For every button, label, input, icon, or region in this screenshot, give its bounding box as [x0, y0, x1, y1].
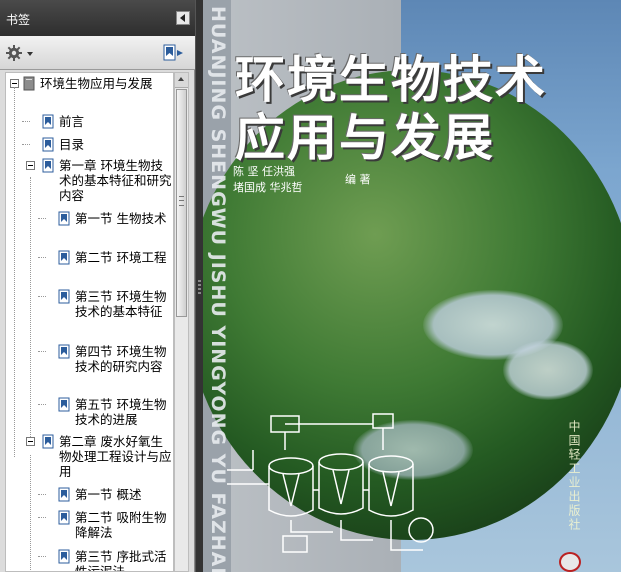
bookmark-item[interactable]: 第三节 序批式活性污泥法	[6, 548, 173, 572]
bookmark-icon	[42, 114, 54, 129]
collapse-toggle-icon[interactable]	[26, 161, 35, 170]
tree-connector	[30, 177, 31, 437]
bookmark-label: 第四节 环境生物技术的研究内容	[75, 344, 167, 374]
bookmarks-panel: 书签 环境生物应用与发展 前言 目录 第一章 环境生物技术的基本特征和研究内容 …	[0, 0, 195, 572]
bookmark-icon	[42, 434, 54, 449]
bookmark-icon	[42, 137, 54, 152]
bookmark-item[interactable]: 第二节 环境工程	[6, 249, 173, 283]
publisher-logo-icon	[559, 552, 581, 572]
bookmark-label: 第一章 环境生物技术的基本特征和研究内容	[59, 158, 172, 203]
bookmark-item[interactable]: 第二节 吸附生物降解法	[6, 509, 173, 543]
bookmark-icon	[58, 549, 70, 564]
tree-connector	[22, 144, 30, 145]
bookmark-label: 第一节 生物技术	[75, 211, 167, 226]
chevron-down-icon	[27, 52, 33, 56]
bookmark-icon	[58, 487, 70, 502]
panel-title: 书签	[6, 13, 31, 27]
bookmark-label: 第二节 环境工程	[75, 250, 167, 265]
bookmark-icon	[58, 510, 70, 525]
new-bookmark-icon	[163, 44, 183, 61]
tree-connector	[38, 351, 46, 352]
bookmark-label: 第二节 吸附生物降解法	[75, 510, 167, 540]
tree-connector	[38, 517, 46, 518]
tree-connector	[38, 556, 46, 557]
panel-header: 书签	[0, 0, 195, 36]
tree-connector	[22, 121, 30, 122]
scroll-thumb[interactable]	[176, 89, 187, 317]
bookmark-item[interactable]: 第一节 概述	[6, 486, 173, 505]
bookmark-item[interactable]: 第一章 环境生物技术的基本特征和研究内容	[6, 157, 173, 206]
bookmark-icon	[58, 397, 70, 412]
bookmark-icon	[42, 158, 54, 173]
document-page[interactable]: HUANJING SHENGWU JISHU YINGYONG YU FAZHA…	[203, 0, 621, 572]
bookmark-icon	[58, 250, 70, 265]
bookmark-label: 第三节 环境生物技术的基本特征	[75, 289, 167, 319]
tree-connector	[38, 218, 46, 219]
bookmark-icon	[58, 211, 70, 226]
collapse-toggle-icon[interactable]	[26, 437, 35, 446]
bookmark-item[interactable]: 第一节 生物技术	[6, 210, 173, 244]
bookmark-item[interactable]: 第五节 环境生物技术的进展	[6, 396, 173, 430]
collapse-panel-button[interactable]	[176, 11, 190, 25]
tree-connector	[38, 494, 46, 495]
bookmark-item[interactable]: 第二章 废水好氧生物处理工程设计与应用	[6, 433, 173, 482]
bookmark-label: 第二章 废水好氧生物处理工程设计与应用	[59, 434, 172, 479]
cover-title-line2: 应用与发展	[235, 109, 495, 167]
options-menu-button[interactable]	[5, 44, 35, 62]
editors-line2: 堵国成 华兆哲	[233, 181, 303, 194]
bioreactor-diagram	[227, 413, 434, 553]
bookmark-label: 第五节 环境生物技术的进展	[75, 397, 167, 427]
cloud-shape	[503, 340, 593, 400]
tree-connector	[38, 296, 46, 297]
bookmark-label: 第三节 序批式活性污泥法	[75, 549, 167, 572]
tree-connector	[38, 404, 46, 405]
bookmark-item[interactable]: 前言	[6, 113, 173, 132]
tree-connector	[14, 87, 15, 457]
bookmark-tree: 环境生物应用与发展前言目录第一章 环境生物技术的基本特征和研究内容第一节 生物技…	[5, 72, 174, 572]
new-bookmark-button[interactable]	[163, 44, 185, 62]
bookmark-icon	[58, 289, 70, 304]
bookmark-label: 前言	[59, 114, 85, 129]
bookmark-label: 第一节 概述	[75, 487, 142, 502]
bookmark-icon	[58, 344, 70, 359]
editor-role: 编 著	[345, 173, 371, 186]
scroll-up-button[interactable]	[175, 73, 188, 88]
bookmark-item[interactable]: 环境生物应用与发展	[6, 75, 173, 109]
gear-icon	[6, 45, 22, 61]
bookmark-item[interactable]: 第四节 环境生物技术的研究内容	[6, 343, 173, 392]
tree-connector	[30, 455, 31, 570]
editors-line1: 陈 坚 任洪强	[233, 165, 295, 178]
scroll-grip-icon	[179, 196, 184, 206]
publisher-name: 中国轻工业出版社	[567, 420, 581, 532]
bookmark-item[interactable]: 第三节 环境生物技术的基本特征	[6, 288, 173, 337]
bookmark-label: 目录	[59, 137, 85, 152]
tree-connector	[38, 257, 46, 258]
splitter-grip-icon	[198, 280, 201, 296]
bookmark-label: 环境生物应用与发展	[40, 76, 153, 91]
document-icon	[23, 76, 35, 91]
bookmark-item[interactable]: 目录	[6, 136, 173, 155]
bookmarks-toolbar	[0, 36, 195, 70]
vertical-scrollbar[interactable]	[174, 72, 189, 572]
